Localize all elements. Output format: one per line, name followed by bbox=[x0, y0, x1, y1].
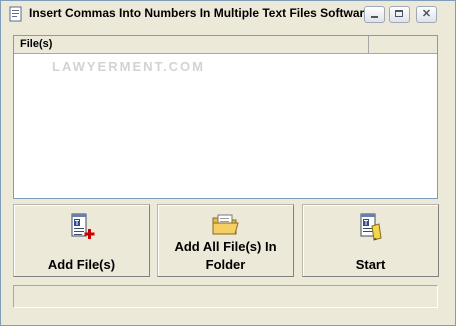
minimize-icon bbox=[371, 16, 378, 18]
folder-icon bbox=[212, 214, 239, 235]
add-folder-label-line1: Add All File(s) In bbox=[174, 239, 277, 254]
text-file-pencil-icon bbox=[360, 213, 382, 241]
title-bar[interactable]: Insert Commas Into Numbers In Multiple T… bbox=[1, 1, 455, 27]
column-header-files[interactable]: File(s) bbox=[14, 36, 369, 53]
minimize-button[interactable] bbox=[364, 6, 385, 23]
column-header-empty[interactable] bbox=[370, 36, 437, 53]
app-icon bbox=[9, 6, 22, 22]
files-list[interactable]: File(s) LAWYERMENT.COM bbox=[13, 35, 438, 199]
status-bar bbox=[13, 285, 438, 308]
add-files-label: Add File(s) bbox=[47, 257, 116, 272]
watermark-text: LAWYERMENT.COM bbox=[52, 59, 205, 74]
window-title: Insert Commas Into Numbers In Multiple T… bbox=[29, 6, 371, 20]
maximize-button[interactable] bbox=[389, 6, 410, 23]
maximize-icon bbox=[395, 10, 403, 17]
add-folder-label-line2: Folder bbox=[205, 257, 246, 272]
close-icon: ✕ bbox=[421, 8, 432, 20]
list-header: File(s) bbox=[14, 36, 437, 54]
add-folder-button[interactable]: Add All File(s) In Folder bbox=[157, 204, 294, 277]
column-header-label: File(s) bbox=[20, 38, 53, 50]
start-button[interactable]: Start bbox=[302, 204, 439, 277]
main-window: Insert Commas Into Numbers In Multiple T… bbox=[0, 0, 456, 326]
text-file-plus-icon bbox=[71, 213, 94, 239]
start-label: Start bbox=[355, 257, 386, 272]
close-button[interactable]: ✕ bbox=[416, 6, 437, 23]
add-files-button[interactable]: Add File(s) bbox=[13, 204, 150, 277]
